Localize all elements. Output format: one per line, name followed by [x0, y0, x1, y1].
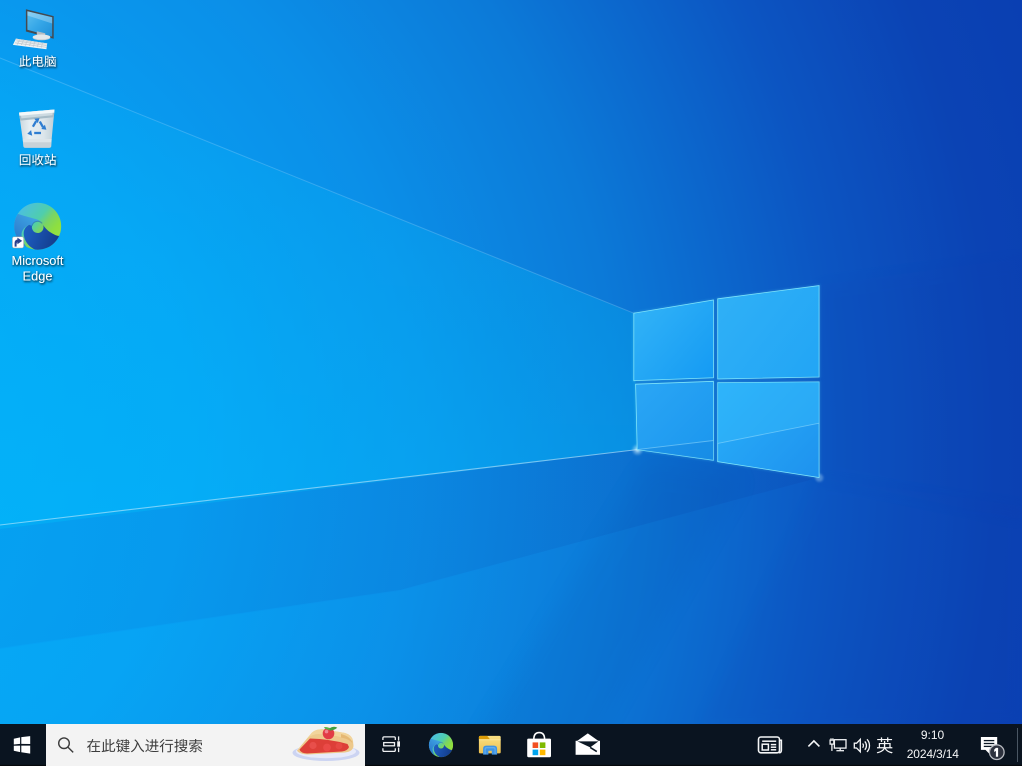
svg-text:2024/3/14: 2024/3/14: [907, 747, 960, 761]
svg-text:Microsoft: Microsoft: [12, 253, 64, 268]
svg-text:9:10: 9:10: [921, 728, 945, 742]
svg-text:Edge: Edge: [23, 269, 53, 284]
